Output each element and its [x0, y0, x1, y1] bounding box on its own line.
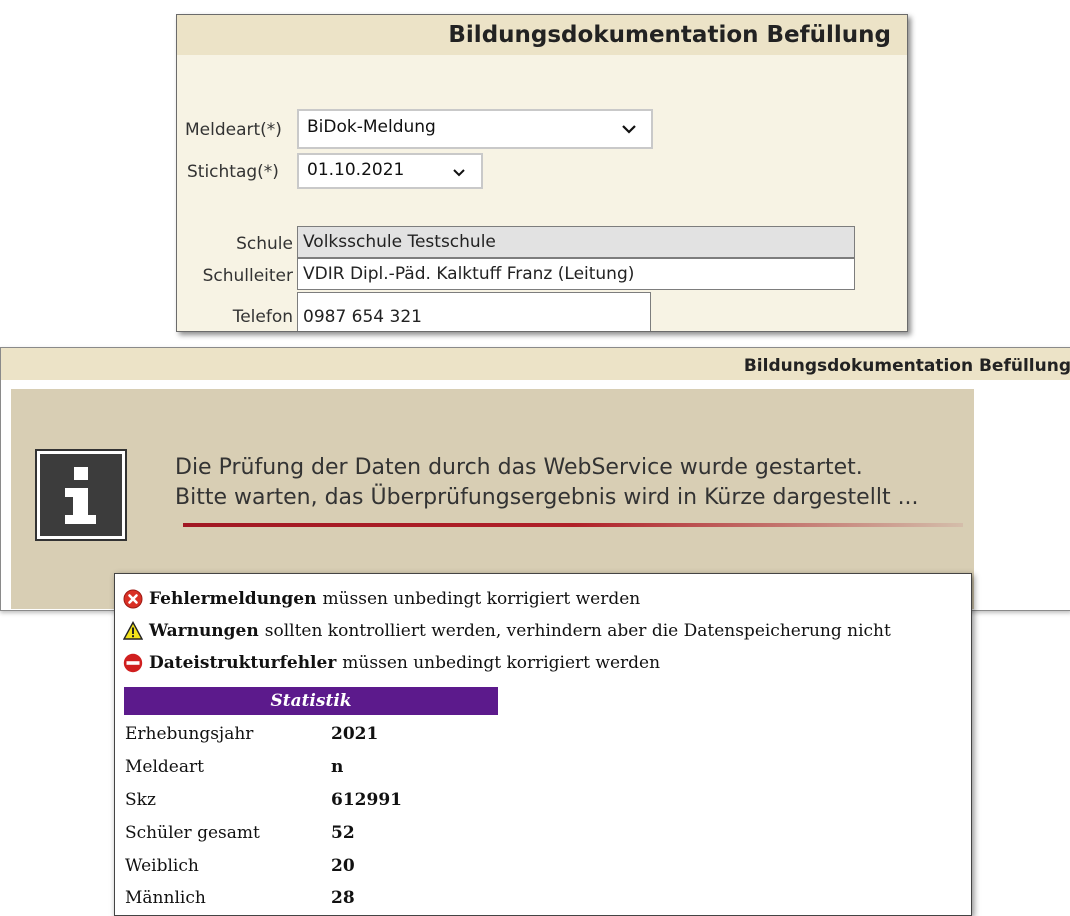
form-panel: Bildungsdokumentation Befüllung Meldeart… — [176, 14, 908, 332]
schulleiter-field[interactable]: VDIR Dipl.-Päd. Kalktuff Franz (Leitung) — [297, 258, 855, 290]
chevron-down-icon — [453, 169, 465, 177]
legend-warnings-text: sollten kontrolliert werden, verhindern … — [264, 621, 891, 641]
stop-icon — [123, 653, 143, 673]
info-line-1: Die Prüfung der Daten durch das WebServi… — [175, 455, 863, 480]
stat-value: 52 — [331, 823, 355, 843]
legend-errors-title: Fehlermeldungen — [149, 589, 317, 609]
stat-value: 612991 — [331, 790, 402, 810]
schule-field: Volksschule Testschule — [297, 226, 855, 258]
info-message: Die Prüfung der Daten durch das WebServi… — [175, 453, 919, 513]
legend-errors: Fehlermeldungen müssen unbedingt korrigi… — [123, 589, 640, 609]
stat-label: Schüler gesamt — [125, 823, 260, 843]
stat-value: 20 — [331, 856, 355, 876]
stat-label: Skz — [125, 790, 156, 810]
statistik-header: Statistik — [124, 687, 498, 715]
progress-line — [183, 523, 963, 527]
form-title: Bildungsdokumentation Befüllung — [448, 22, 891, 48]
info-title: Bildungsdokumentation Befüllung — [743, 356, 1070, 376]
legend-errors-text: müssen unbedingt korrigiert werden — [322, 589, 641, 609]
legend-structure-title: Dateistrukturfehler — [149, 653, 337, 673]
meldeart-label: Meldeart(*) — [185, 120, 282, 140]
chevron-down-icon — [622, 125, 636, 134]
stat-value: 28 — [331, 888, 355, 908]
stichtag-label: Stichtag(*) — [187, 162, 279, 182]
stat-value: n — [331, 757, 344, 777]
info-icon — [37, 451, 125, 539]
stat-value: 2021 — [331, 724, 379, 744]
error-icon — [123, 589, 143, 609]
legend-structure: Dateistrukturfehler müssen unbedingt kor… — [123, 653, 660, 673]
meldeart-value: BiDok-Meldung — [307, 117, 436, 137]
legend-structure-text: müssen unbedingt korrigiert werden — [342, 653, 661, 673]
stichtag-value: 01.10.2021 — [307, 160, 405, 180]
schulleiter-label: Schulleiter — [202, 266, 293, 286]
stat-label: Erhebungsjahr — [125, 724, 254, 744]
schule-label: Schule — [236, 234, 293, 254]
results-panel: Fehlermeldungen müssen unbedingt korrigi… — [114, 573, 972, 916]
meldeart-select[interactable]: BiDok-Meldung — [297, 109, 653, 149]
stat-label: Meldeart — [125, 757, 204, 777]
stat-label: Weiblich — [125, 856, 199, 876]
info-panel: Bildungsdokumentation Befüllung Die Prüf… — [0, 347, 1070, 611]
stichtag-select[interactable]: 01.10.2021 — [297, 153, 483, 189]
telefon-label: Telefon — [232, 307, 293, 327]
legend-warnings: Warnungen sollten kontrolliert werden, v… — [123, 621, 891, 641]
legend-warnings-title: Warnungen — [149, 621, 259, 641]
telefon-field[interactable]: 0987 654 321 — [297, 292, 651, 331]
stat-label: Männlich — [125, 888, 206, 908]
form-header: Bildungsdokumentation Befüllung — [177, 15, 907, 55]
info-line-2: Bitte warten, das Überprüfungsergebnis w… — [175, 485, 919, 510]
info-header: Bildungsdokumentation Befüllung — [1, 348, 1070, 380]
warning-icon — [123, 621, 143, 640]
